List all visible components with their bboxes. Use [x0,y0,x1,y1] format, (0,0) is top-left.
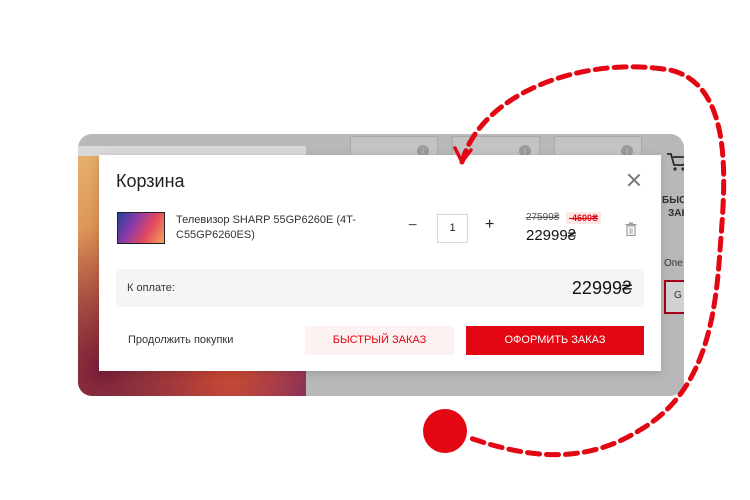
item-price: 22999₴ [526,227,577,244]
continue-shopping-link[interactable]: Продолжить покупки [128,334,233,346]
background-text: Опе [664,258,683,269]
background-button: G [664,280,684,314]
product-name[interactable]: Телевизор SHARP 55GP6260E (4T-C55GP6260E… [176,213,361,243]
quantity-input[interactable]: 1 [437,214,468,243]
quantity-decrease-button[interactable]: − [408,217,417,235]
discount-badge: -4600₴ [566,212,602,224]
background-text: G [674,290,682,301]
checkout-button[interactable]: ОФОРМИТЬ ЗАКАЗ [466,326,644,355]
total-amount: 22999₴ [571,278,632,298]
total-label: К оплате: [127,282,175,294]
modal-title: Корзина [116,171,185,191]
cart-icon [666,152,684,178]
quick-order-button[interactable]: БЫСТРЫЙ ЗАКАЗ [305,326,454,355]
product-thumbnail[interactable] [117,212,165,244]
background-text: ЗАК [668,208,684,219]
background-text: БЫСТ [662,195,684,206]
close-icon[interactable] [627,173,641,187]
annotation-dot [423,409,467,453]
cart-modal: Корзина Телевизор SHARP 55GP6260E (4T-C5… [99,155,661,371]
old-price: 27599₴ [526,212,560,223]
trash-icon[interactable] [625,222,637,237]
quantity-increase-button[interactable]: + [485,216,494,234]
total-bar: К оплате: 22999₴ [116,269,644,307]
